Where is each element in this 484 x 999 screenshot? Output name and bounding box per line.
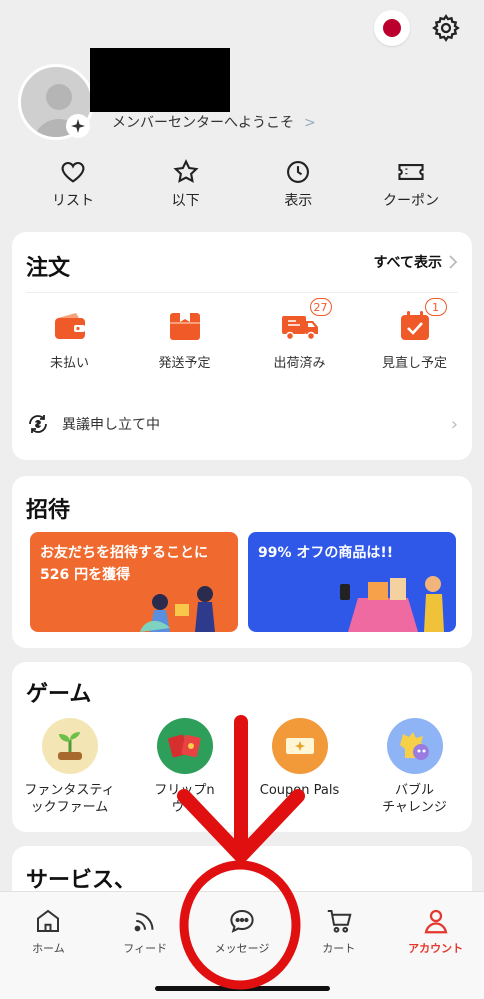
redacted-username (90, 48, 230, 112)
tab-feed[interactable]: フィード (97, 892, 194, 999)
sparkle-icon (66, 114, 90, 138)
coupon-icon (271, 718, 328, 774)
message-icon (230, 909, 254, 933)
ticket-icon (398, 164, 424, 180)
games-title: ゲーム (26, 682, 92, 707)
tab-account[interactable]: アカウント (387, 892, 484, 999)
game-bubble-challenge[interactable]: バブル チャレンジ (357, 718, 472, 816)
truck-icon: 27 (278, 298, 332, 348)
order-status-label: 発送予定 (158, 356, 211, 371)
games-card: ゲーム ファンタスティ ックファーム フリップn ウィ Coupon Pals … (12, 662, 472, 832)
game-label: フリップn ウィ (154, 783, 215, 815)
top-actions (374, 10, 464, 46)
order-to-review[interactable]: 1 見直し予定 (357, 298, 472, 371)
review-count-badge: 1 (424, 298, 447, 316)
game-fantastic-farm[interactable]: ファンタスティ ックファーム (12, 718, 127, 816)
quick-link-coupons[interactable]: クーポン (356, 158, 466, 210)
account-icon (424, 909, 447, 934)
gear-icon[interactable] (428, 10, 464, 46)
review-icon: 1 (393, 298, 447, 348)
quick-link-label: 表示 (284, 193, 313, 209)
box-icon (163, 304, 207, 348)
tab-cart[interactable]: カート (290, 892, 387, 999)
invite-card: 招待 お友だちを招待することに 526 円を獲得 99% オフの商品は!! (12, 476, 472, 648)
games-row: ファンタスティ ックファーム フリップn ウィ Coupon Pals バブル … (12, 718, 472, 816)
order-status-label: 未払い (49, 356, 89, 371)
see-all-label: すべて表示 (373, 255, 442, 271)
quick-link-label: クーポン (382, 193, 439, 209)
home-icon (37, 909, 60, 932)
quick-links: リスト 以下 表示 クーポン (18, 158, 466, 210)
welcome-text: メンバーセンターへようこそ (112, 115, 294, 131)
invite-friends-banner[interactable]: お友だちを招待することに 526 円を獲得 (30, 532, 238, 632)
dispute-row[interactable]: 異議申し立て中 › (26, 412, 458, 436)
order-status-row: 未払い 発送予定 27 出荷済み 1 見直し予定 (12, 298, 472, 371)
tab-label: ホーム (32, 942, 65, 955)
quick-link-wishlist[interactable]: リスト (18, 158, 128, 210)
services-title: サービス、 (26, 868, 137, 893)
dispute-icon (29, 415, 47, 433)
game-label: Coupon Pals (259, 783, 340, 798)
game-label: ファンタスティ ックファーム (24, 783, 115, 815)
see-all-orders-link[interactable]: すべて表示 (374, 252, 458, 272)
shopping-illustration-icon (340, 576, 444, 632)
dispute-label: 異議申し立て中 (62, 417, 160, 433)
orders-title: 注文 (26, 256, 71, 281)
game-label: バブル チャレンジ (382, 783, 447, 815)
feed-icon (134, 912, 154, 932)
tab-messages[interactable]: メッセージ (194, 892, 291, 999)
bubble-icon (386, 718, 443, 774)
game-coupon-pals[interactable]: Coupon Pals (242, 718, 357, 816)
shipped-count-badge: 27 (309, 298, 332, 316)
chevron-right-icon: › (450, 413, 458, 435)
divider (26, 292, 458, 293)
japan-flag-icon[interactable] (374, 10, 410, 46)
game-flip-n-win[interactable]: フリップn ウィ (127, 718, 242, 816)
quick-link-history[interactable]: 表示 (243, 158, 353, 210)
tab-label: カート (322, 942, 356, 955)
discount-banner[interactable]: 99% オフの商品は!! (248, 532, 456, 632)
invite-title: 招待 (26, 498, 71, 523)
cards-icon (156, 718, 213, 774)
order-status-label: 見直し予定 (381, 356, 447, 371)
order-to-ship[interactable]: 発送予定 (127, 304, 242, 371)
chevron-right-icon: > (304, 115, 316, 131)
order-shipped[interactable]: 27 出荷済み (242, 298, 357, 371)
heart-icon (61, 161, 85, 183)
orders-card: 注文 すべて表示 未払い 発送予定 27 出荷済み 1 見直し予定 異議申し立て… (12, 232, 472, 460)
wallet-icon (48, 304, 92, 348)
order-status-label: 出荷済み (273, 356, 326, 371)
chevron-right-icon (449, 255, 458, 269)
profile-header: メンバーセンターへようこそ > (18, 46, 466, 146)
tab-label: メッセージ (214, 942, 270, 955)
order-unpaid[interactable]: 未払い (12, 304, 127, 371)
quick-link-label: リスト (52, 193, 94, 209)
tab-home[interactable]: ホーム (0, 892, 97, 999)
tab-label: フィード (123, 942, 168, 955)
tab-label: アカウント (408, 942, 464, 955)
sprout-icon (41, 718, 98, 774)
quick-link-following[interactable]: 以下 (131, 158, 241, 210)
star-icon (173, 159, 199, 183)
clock-icon (287, 161, 310, 183)
home-indicator (155, 986, 330, 991)
member-center-link[interactable]: メンバーセンターへようこそ > (112, 112, 316, 132)
cart-icon (327, 910, 352, 933)
friends-illustration-icon (140, 586, 215, 632)
quick-link-label: 以下 (171, 193, 200, 209)
bottom-tab-bar: ホーム フィード メッセージ カート アカウント (0, 891, 484, 999)
